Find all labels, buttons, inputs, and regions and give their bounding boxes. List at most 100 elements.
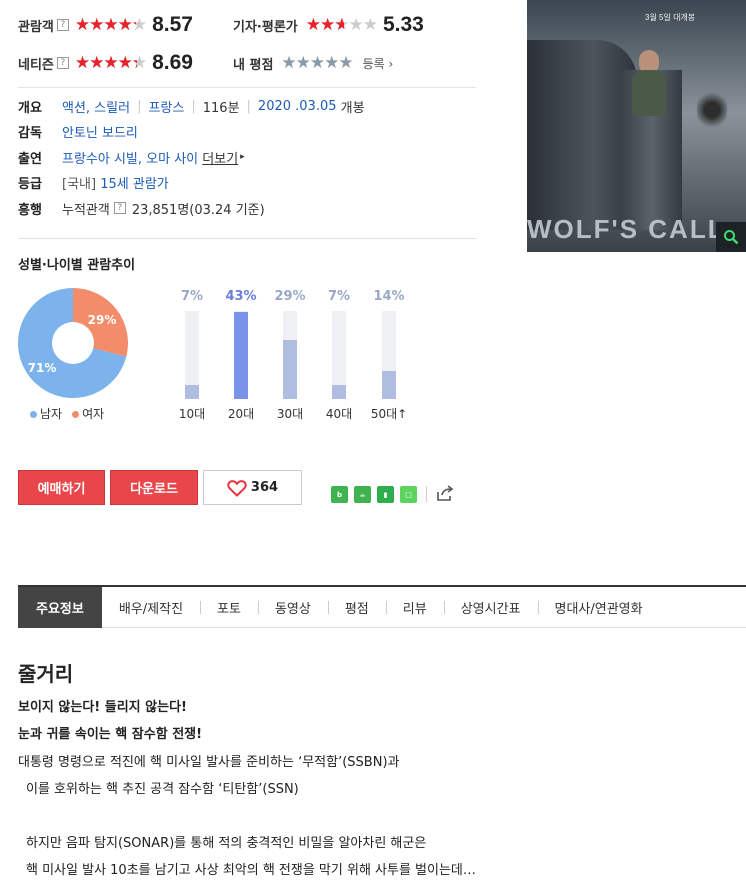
genre-link[interactable]: 액션, 스릴러 bbox=[62, 97, 130, 116]
plot-line: 눈과 귀를 속이는 핵 잠수함 전쟁! bbox=[18, 727, 203, 742]
my-rating-stars[interactable]: ★★★★★ bbox=[281, 53, 353, 73]
age-bar-track bbox=[185, 311, 199, 399]
boxoffice-key: 흥행 bbox=[18, 202, 42, 218]
download-button[interactable]: 다운로드 bbox=[110, 470, 198, 505]
grade-row: 등급 [국내] 15세 관람가 bbox=[18, 171, 169, 193]
zoom-icon[interactable] bbox=[716, 222, 746, 252]
release-date-link[interactable]: 2020 .03.05 bbox=[258, 99, 337, 114]
help-icon[interactable]: ? bbox=[56, 57, 69, 69]
boxoffice-label: 누적관객 bbox=[62, 202, 110, 218]
age-label: 20대 bbox=[227, 407, 255, 421]
age-bar bbox=[185, 385, 199, 399]
plot-line: 보이지 않는다! 들리지 않는다! bbox=[18, 700, 187, 715]
male-legend-dot bbox=[30, 411, 37, 418]
poster-date-text: 3월 5일 대개봉 bbox=[645, 13, 696, 22]
movie-tabs: 주요정보 배우/제작진 포토 동영상 평점 리뷰 상영시간표 명대사/연관영화 bbox=[18, 585, 746, 628]
tab-review[interactable]: 리뷰 bbox=[385, 587, 444, 628]
runtime: 116분 bbox=[202, 100, 240, 116]
boxoffice-value: 23,851명(03.24 기준) bbox=[131, 202, 265, 218]
my-rating: 내 평점 ★★★★★ 등록 › bbox=[233, 49, 393, 77]
director-link[interactable]: 안토닌 보드리 bbox=[62, 122, 138, 141]
reserve-button[interactable]: 예매하기 bbox=[18, 470, 105, 505]
grade-key: 등급 bbox=[18, 176, 42, 192]
country-link[interactable]: 프랑스 bbox=[148, 97, 184, 116]
age-pct-label: 14% bbox=[373, 289, 405, 304]
gender-legend: 남자 여자 bbox=[30, 405, 104, 422]
my-rating-label: 내 평점 bbox=[233, 57, 274, 73]
netizen-rating: 네티즌 ? ★★★★★★★★★★ 8.69 bbox=[18, 49, 193, 77]
female-legend-dot bbox=[72, 411, 80, 418]
overview-key: 개요 bbox=[18, 100, 42, 116]
age-bar bbox=[332, 385, 346, 399]
critic-rating: 기자·평론가 ★★★★★★★★★★ 5.33 bbox=[233, 11, 424, 39]
stats-title: 성별·나이별 관람추이 bbox=[18, 258, 136, 273]
cast-more-link[interactable]: 더보기 bbox=[202, 148, 238, 167]
heart-icon bbox=[227, 479, 247, 497]
plot-line: 이를 호위하는 핵 추진 공격 잠수함 ‘티탄함’(SSN) bbox=[26, 782, 299, 797]
age-pct-label: 43% bbox=[225, 289, 257, 304]
age-bar bbox=[283, 340, 297, 399]
gender-pie-chart: 29% 71% bbox=[18, 288, 128, 398]
critic-stars: ★★★★★★★★★★ bbox=[305, 15, 378, 35]
tab-main-info[interactable]: 주요정보 bbox=[18, 586, 102, 628]
cast-row: 출연 프랑수아 시빌, 오마 사이 더보기 ▸ bbox=[18, 146, 245, 168]
critic-rating-label: 기자·평론가 bbox=[233, 19, 298, 35]
grade-link[interactable]: 15세 관람가 bbox=[100, 173, 169, 192]
age-pct-label: 29% bbox=[274, 289, 306, 304]
director-key: 감독 bbox=[18, 125, 42, 141]
netizen-score: 8.69 bbox=[152, 51, 193, 74]
like-count: 364 bbox=[250, 480, 279, 495]
female-pct-label: 29% bbox=[88, 313, 117, 327]
age-label: 10대 bbox=[178, 407, 206, 421]
grade-region: [국내] bbox=[62, 176, 97, 192]
audience-rating: 관람객 ? ★★★★★★★★★★ 8.57 bbox=[18, 11, 193, 39]
plot-line: 핵 미사일 발사 10초를 남기고 사상 최악의 핵 전쟁을 막기 위해 사투를… bbox=[26, 863, 476, 878]
share-icon[interactable] bbox=[435, 484, 455, 506]
tab-showtimes[interactable]: 상영시간표 bbox=[443, 587, 538, 628]
age-bar-track bbox=[382, 311, 396, 399]
chevron-right-icon: ▸ bbox=[240, 152, 245, 162]
critic-score: 5.33 bbox=[382, 13, 424, 36]
overview-row: 개요 액션, 스릴러 | 프랑스 | 116분 | 2020 .03.05 개봉 bbox=[18, 97, 365, 116]
director-row: 감독 안토닌 보드리 bbox=[18, 120, 138, 142]
movie-poster[interactable]: 3월 5일 대개봉 WOLF'S CALL bbox=[527, 0, 746, 252]
age-bar-track bbox=[234, 311, 248, 399]
audience-rating-label: 관람객 bbox=[18, 19, 54, 35]
age-pct-label: 7% bbox=[327, 289, 351, 304]
plot-title: 줄거리 bbox=[18, 662, 74, 686]
like-button[interactable]: 364 bbox=[203, 470, 302, 505]
register-rating-link[interactable]: 등록 › bbox=[363, 55, 394, 72]
plot-line: 대통령 명령으로 적진에 핵 미사일 발사를 준비하는 ‘무적함’(SSBN)과 bbox=[18, 755, 400, 770]
cast-key: 출연 bbox=[18, 151, 42, 167]
age-label: 30대 bbox=[276, 407, 304, 421]
help-icon[interactable]: ? bbox=[56, 19, 69, 31]
tab-quotes-related[interactable]: 명대사/연관영화 bbox=[537, 587, 660, 628]
help-icon[interactable]: ? bbox=[113, 202, 126, 214]
legend-female: 여자 bbox=[72, 405, 104, 422]
age-label: 50대↑ bbox=[370, 407, 408, 421]
tab-rating[interactable]: 평점 bbox=[327, 587, 386, 628]
plot-line: 하지만 음파 탐지(SONAR)를 통해 적의 충격적인 비밀을 알아차린 해군… bbox=[26, 836, 427, 851]
age-bar bbox=[234, 312, 248, 399]
blog-share-icon[interactable]: b bbox=[331, 486, 348, 503]
age-bar bbox=[382, 371, 396, 399]
age-label: 40대 bbox=[325, 407, 353, 421]
cast-link[interactable]: 프랑수아 시빌, 오마 사이 bbox=[62, 148, 198, 167]
male-pct-label: 71% bbox=[28, 361, 57, 375]
audience-stars: ★★★★★★★★★★ bbox=[74, 15, 147, 35]
age-bar-track bbox=[332, 311, 346, 399]
legend-male: 남자 bbox=[30, 405, 62, 422]
cafe-share-icon[interactable]: ☕ bbox=[354, 486, 371, 503]
memo-share-icon[interactable]: □ bbox=[400, 486, 417, 503]
bookmark-share-icon[interactable]: ▮ bbox=[377, 486, 394, 503]
netizen-stars: ★★★★★★★★★★ bbox=[74, 53, 147, 73]
poster-title-text: WOLF'S CALL bbox=[527, 214, 726, 244]
release-suffix: 개봉 bbox=[340, 100, 365, 116]
age-pct-label: 7% bbox=[180, 289, 204, 304]
boxoffice-row: 흥행 누적관객 ? 23,851명(03.24 기준) bbox=[18, 197, 265, 219]
age-bar-track bbox=[283, 311, 297, 399]
tab-video[interactable]: 동영상 bbox=[257, 587, 328, 628]
tab-photo[interactable]: 포토 bbox=[200, 587, 258, 628]
tab-cast-crew[interactable]: 배우/제작진 bbox=[102, 587, 200, 628]
netizen-rating-label: 네티즌 bbox=[18, 57, 54, 73]
